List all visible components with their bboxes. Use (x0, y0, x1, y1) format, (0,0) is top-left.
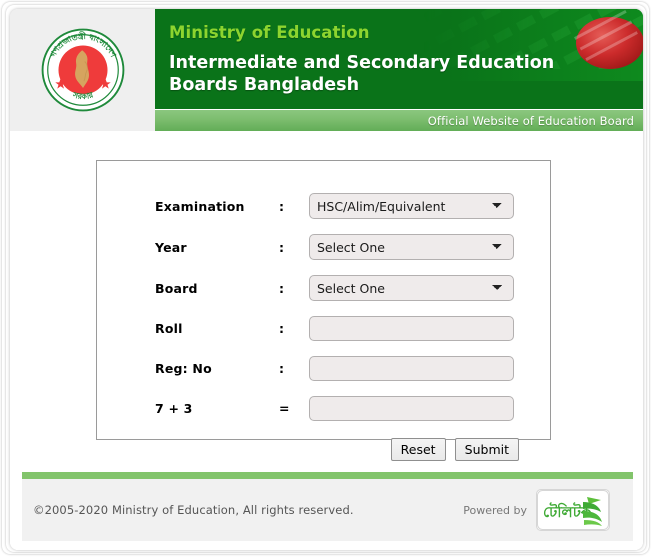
page-title: Intermediate and Secondary Education Boa… (169, 53, 555, 95)
powered-by-group: Powered by টেলিটক (463, 489, 633, 531)
label-roll: Roll (155, 321, 183, 336)
site-header: গণপ্রজাতন্ত্রী বাংলাদেশ সরকার Ministry o… (10, 9, 643, 131)
roll-input[interactable] (309, 316, 514, 341)
header-text-group: Ministry of Education Intermediate and S… (155, 9, 643, 97)
form-row-captcha: 7 + 3 = (155, 396, 519, 436)
form-row-board: Board : Select One (155, 275, 519, 316)
form-row-registration: Reg: No : (155, 356, 519, 396)
result-search-form: Examination : HSC/Alim/Equivalent Year : (96, 160, 551, 461)
header-banner: Ministry of Education Intermediate and S… (155, 9, 643, 131)
official-website-label: Official Website of Education Board (427, 113, 634, 128)
footer-green-divider (22, 472, 633, 479)
ministry-name: Ministry of Education (169, 23, 370, 42)
separator-examination: : (279, 198, 284, 214)
official-website-bar: Official Website of Education Board (155, 109, 643, 131)
site-footer: ©2005-2020 Ministry of Education, All ri… (10, 461, 643, 550)
page-root: গণপ্রজাতন্ত্রী বাংলাদেশ সরকার Ministry o… (0, 0, 651, 558)
separator-roll: : (279, 321, 284, 336)
powered-by-label: Powered by (463, 503, 527, 517)
board-select[interactable]: Select One (309, 275, 514, 301)
emblem-panel: গণপ্রজাতন্ত্রী বাংলাদেশ সরকার (10, 9, 155, 131)
form-row-roll: Roll : (155, 316, 519, 356)
form-row-year: Year : Select One (155, 234, 519, 275)
copyright-text: ©2005-2020 Ministry of Education, All ri… (33, 503, 354, 517)
main-content: Examination : HSC/Alim/Equivalent Year : (10, 131, 643, 461)
form-row-examination: Examination : HSC/Alim/Equivalent (155, 193, 519, 234)
page-content: গণপ্রজাতন্ত্রী বাংলাদেশ সরকার Ministry o… (10, 9, 643, 550)
form-actions: Reset Submit (309, 436, 519, 461)
registration-input[interactable] (309, 356, 514, 381)
separator-year: : (279, 239, 284, 255)
label-examination: Examination (155, 198, 245, 214)
teletalk-logo-icon[interactable]: টেলিটক (536, 489, 610, 531)
form-row-actions: Reset Submit (155, 436, 519, 461)
captcha-question: 7 + 3 (155, 401, 193, 416)
captcha-input[interactable] (309, 396, 514, 421)
separator-registration: : (279, 361, 284, 376)
footer-bar: ©2005-2020 Ministry of Education, All ri… (22, 479, 633, 541)
examination-select[interactable]: HSC/Alim/Equivalent (309, 193, 514, 219)
separator-board: : (279, 280, 284, 296)
label-year: Year (155, 239, 187, 255)
label-registration: Reg: No (155, 361, 212, 376)
submit-button[interactable]: Submit (454, 438, 519, 461)
year-select[interactable]: Select One (309, 234, 514, 260)
bangladesh-government-emblem-icon: গণপ্রজাতন্ত্রী বাংলাদেশ সরকার (41, 28, 124, 112)
reset-button[interactable]: Reset (390, 438, 446, 461)
separator-captcha: = (279, 401, 290, 416)
form-fields-table: Examination : HSC/Alim/Equivalent Year : (155, 193, 519, 461)
label-board: Board (155, 280, 198, 296)
